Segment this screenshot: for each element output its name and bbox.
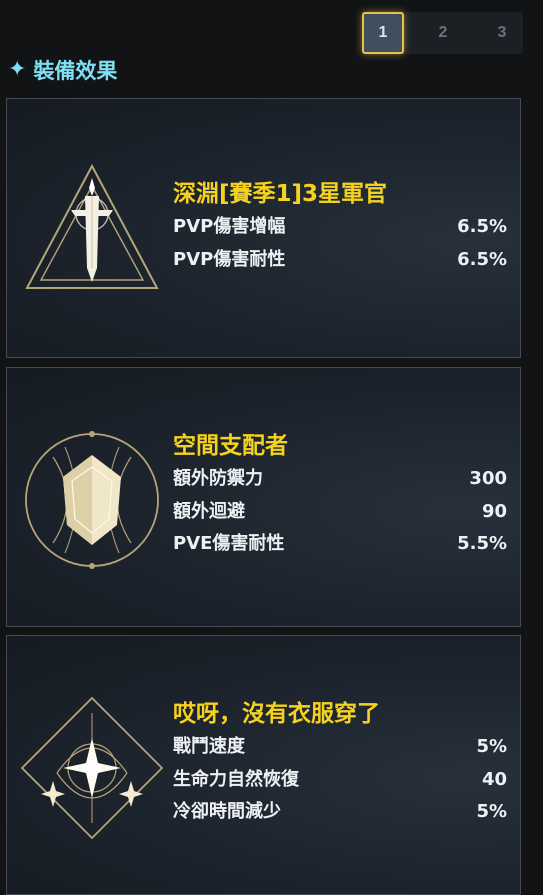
- effect-card-1[interactable]: 深淵[賽季1]3星軍官 PVP傷害增幅 6.5% PVP傷害耐性 6.5%: [6, 98, 521, 358]
- stat-label: 戰鬥速度: [173, 736, 245, 757]
- stat-row: 冷卻時間減少 5%: [173, 796, 507, 829]
- stat-row: PVE傷害耐性 5.5%: [173, 528, 507, 561]
- section-header: ✦ 裝備效果: [8, 55, 117, 85]
- sparkle-icon: ✦: [8, 57, 27, 82]
- stat-label: PVP傷害耐性: [173, 248, 286, 270]
- stat-value: 300: [469, 468, 507, 489]
- stat-label: 生命力自然恢復: [173, 768, 299, 790]
- page-2-button[interactable]: 2: [422, 12, 464, 54]
- pagination: 1 2 3: [362, 12, 523, 54]
- effect-card-2[interactable]: 空間支配者 額外防禦力 300 額外迴避 90 PVE傷害耐性 5.5%: [6, 367, 521, 627]
- stat-row: PVP傷害耐性 6.5%: [173, 244, 507, 277]
- stat-value: 5%: [476, 736, 507, 757]
- stat-value: 6.5%: [457, 216, 507, 237]
- page-3-button[interactable]: 3: [481, 12, 523, 54]
- page-1-button[interactable]: 1: [362, 12, 404, 54]
- stat-value: 40: [481, 768, 507, 790]
- star-diamond-icon: [17, 693, 167, 843]
- effect-card-3[interactable]: 哎呀，沒有衣服穿了 戰鬥速度 5% 生命力自然恢復 40 冷卻時間減少 5%: [6, 635, 521, 895]
- stat-value: 5%: [476, 801, 507, 822]
- sword-triangle-icon: [17, 156, 167, 306]
- stat-value: 6.5%: [457, 248, 507, 270]
- stat-label: PVE傷害耐性: [173, 533, 285, 554]
- stat-value: 5.5%: [457, 533, 507, 554]
- stat-row: 額外防禦力 300: [173, 463, 507, 496]
- stat-row: 戰鬥速度 5%: [173, 731, 507, 764]
- stat-row: 額外迴避 90: [173, 496, 507, 529]
- stat-value: 90: [481, 500, 507, 522]
- stat-row: 生命力自然恢復 40: [173, 764, 507, 797]
- effect-title: 空間支配者: [173, 433, 288, 459]
- stat-row: PVP傷害增幅 6.5%: [173, 211, 507, 244]
- effect-title: 深淵[賽季1]3星軍官: [173, 181, 388, 207]
- effect-title: 哎呀，沒有衣服穿了: [173, 701, 380, 727]
- stat-label: 額外防禦力: [173, 468, 263, 489]
- stat-label: 額外迴避: [173, 500, 245, 522]
- stat-label: 冷卻時間減少: [173, 801, 281, 822]
- shield-circle-icon: [17, 425, 167, 575]
- stat-label: PVP傷害增幅: [173, 216, 286, 237]
- section-title: 裝備效果: [33, 59, 118, 83]
